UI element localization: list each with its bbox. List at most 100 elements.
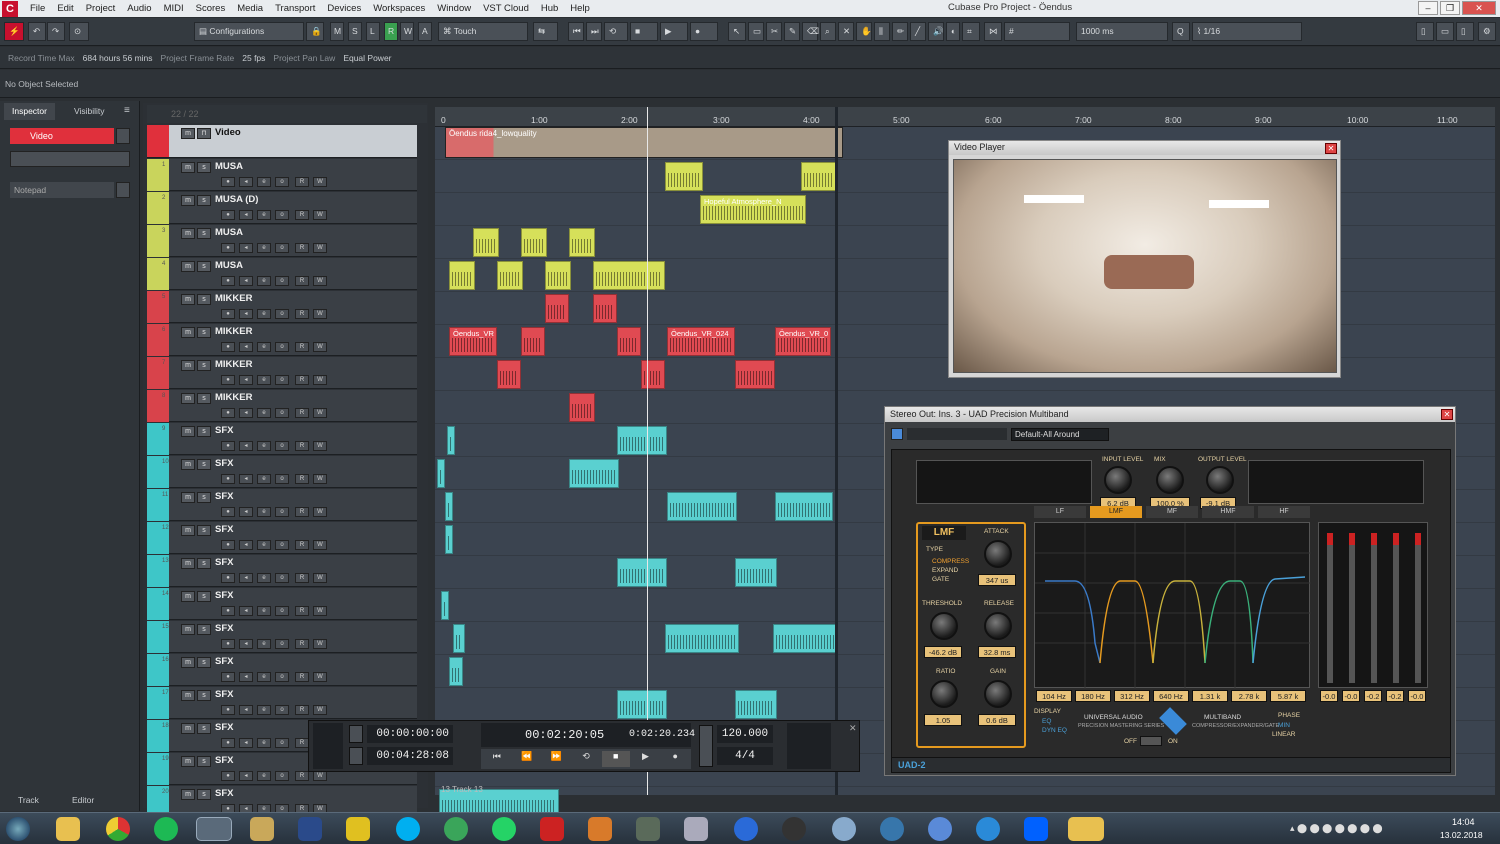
file-explorer-icon[interactable] — [56, 817, 80, 841]
audio-event[interactable] — [545, 294, 569, 323]
audio-event[interactable] — [773, 624, 837, 653]
track-video[interactable]: m ⊓ Video — [147, 125, 417, 158]
track-row[interactable]: 14 m s SFX ● ◂ e o R W — [147, 588, 417, 620]
edit-icon[interactable]: o — [275, 342, 289, 352]
whatsapp-icon[interactable] — [492, 817, 516, 841]
track-row[interactable]: 4 m s MUSA ● ◂ e o R W — [147, 258, 417, 290]
band-tab-hf[interactable]: HF — [1258, 506, 1310, 518]
monitor-icon[interactable]: ◂ — [239, 573, 253, 583]
mute-button[interactable]: m — [181, 525, 195, 536]
track-row[interactable]: 9 m s SFX ● ◂ e o R W — [147, 423, 417, 455]
menu-transport[interactable]: Transport — [269, 3, 321, 14]
audio-event[interactable] — [617, 690, 667, 719]
track-row[interactable]: 3 m s MUSA ● ◂ e o R W — [147, 225, 417, 257]
read-button[interactable]: R — [295, 540, 309, 550]
mix-knob[interactable] — [1156, 466, 1184, 494]
threshold-value[interactable]: -46.2 dB — [924, 646, 962, 658]
monitor-icon[interactable]: ◂ — [239, 408, 253, 418]
audio-event[interactable] — [445, 525, 453, 554]
record-enable-icon[interactable]: ● — [221, 177, 235, 187]
mute-button[interactable]: m — [181, 492, 195, 503]
write-button[interactable]: W — [313, 375, 327, 385]
inspector-menu-icon[interactable]: ≡ — [124, 105, 130, 116]
track-color-strip[interactable] — [147, 258, 169, 290]
track-name[interactable]: MIKKER — [215, 392, 252, 403]
layout-left-icon[interactable]: ▯ — [1416, 22, 1434, 41]
mute-button[interactable]: m — [181, 690, 195, 701]
record-enable-icon[interactable]: ● — [221, 342, 235, 352]
audio-event[interactable] — [665, 162, 703, 191]
pan-law-value[interactable]: Equal Power — [343, 53, 391, 63]
audio-event[interactable] — [735, 690, 777, 719]
output-level-knob[interactable] — [1206, 466, 1234, 494]
menu-project[interactable]: Project — [80, 3, 122, 14]
app-icon[interactable] — [832, 817, 856, 841]
track-name[interactable]: MIKKER — [215, 293, 252, 304]
audio-event[interactable] — [641, 360, 665, 389]
notepad-section[interactable]: Notepad — [10, 182, 114, 198]
comp-tool-icon[interactable]: ⫼ — [874, 22, 890, 41]
solo-button[interactable]: s — [197, 327, 211, 338]
layout-right-icon[interactable]: ▯ — [1456, 22, 1474, 41]
mute-button[interactable]: m — [181, 261, 195, 272]
track-name[interactable]: SFX — [215, 689, 233, 700]
edit-icon[interactable]: o — [275, 474, 289, 484]
lanes-icon[interactable]: e — [257, 771, 271, 781]
audio-event[interactable] — [665, 624, 739, 653]
audio-event[interactable] — [735, 558, 777, 587]
app-icon[interactable] — [346, 817, 370, 841]
monitor-icon[interactable]: ◂ — [239, 639, 253, 649]
type-expand[interactable]: EXPAND — [932, 567, 958, 574]
track-name[interactable]: SFX — [215, 425, 233, 436]
track-name[interactable]: SFX — [215, 491, 233, 502]
track-color-strip[interactable] — [147, 324, 169, 356]
write-button[interactable]: W — [313, 705, 327, 715]
audio-event[interactable] — [775, 492, 833, 521]
lock-button[interactable]: ⊓ — [197, 128, 211, 139]
clock-time[interactable]: 14:04 — [1452, 817, 1475, 827]
audio-event[interactable] — [497, 261, 523, 290]
track-row[interactable]: 7 m s MIKKER ● ◂ e o R W — [147, 357, 417, 389]
attack-value[interactable]: 347 us — [978, 574, 1016, 586]
audio-event[interactable] — [497, 360, 521, 389]
mute-all-button[interactable]: M — [330, 22, 344, 41]
track-name[interactable]: MUSA — [215, 227, 243, 238]
audio-event[interactable] — [569, 459, 619, 488]
gain-knob[interactable] — [984, 680, 1012, 708]
freq-value-6[interactable]: 2.78 k — [1231, 690, 1267, 702]
glue-tool-icon[interactable]: ✎ — [784, 22, 800, 41]
menu-workspaces[interactable]: Workspaces — [367, 3, 431, 14]
fast-forward-icon[interactable]: ⏩ — [542, 751, 570, 767]
stop-icon[interactable]: ■ — [630, 22, 658, 41]
track-name[interactable]: SFX — [215, 788, 233, 799]
play-icon[interactable]: ▶ — [632, 751, 660, 767]
monitor-icon[interactable]: ◂ — [239, 474, 253, 484]
monitor-icon[interactable]: ◂ — [239, 210, 253, 220]
zoom-tool-icon[interactable]: ⌕ — [820, 22, 836, 41]
record-enable-icon[interactable]: ● — [221, 606, 235, 616]
automation-a-button[interactable]: A — [418, 22, 432, 41]
mute-button[interactable]: m — [181, 459, 195, 470]
edit-icon[interactable]: o — [275, 738, 289, 748]
read-button[interactable]: R — [295, 309, 309, 319]
read-button[interactable]: R — [295, 474, 309, 484]
audio-event[interactable] — [445, 492, 453, 521]
audio-event[interactable] — [735, 360, 775, 389]
solo-button[interactable]: s — [197, 525, 211, 536]
audio-event[interactable] — [447, 426, 455, 455]
type-compress[interactable]: COMPRESS — [932, 558, 969, 565]
app-icon[interactable] — [684, 817, 708, 841]
solo-button[interactable]: s — [197, 690, 211, 701]
input-level-knob[interactable] — [1104, 466, 1132, 494]
display-eq[interactable]: EQ — [1042, 718, 1051, 725]
tab-track[interactable]: Track — [18, 795, 39, 805]
time-display[interactable]: 00:02:20:05 0:02:20.234 — [481, 723, 695, 747]
video-player-titlebar[interactable]: Video Player — [949, 141, 1340, 155]
track-color-strip[interactable] — [147, 390, 169, 422]
write-button[interactable]: W — [313, 408, 327, 418]
audio-event[interactable] — [617, 327, 641, 356]
undo-icon[interactable]: ↶ — [28, 22, 46, 41]
monitor-icon[interactable]: ◂ — [239, 243, 253, 253]
write-button[interactable]: W — [313, 243, 327, 253]
read-button[interactable]: R — [295, 276, 309, 286]
